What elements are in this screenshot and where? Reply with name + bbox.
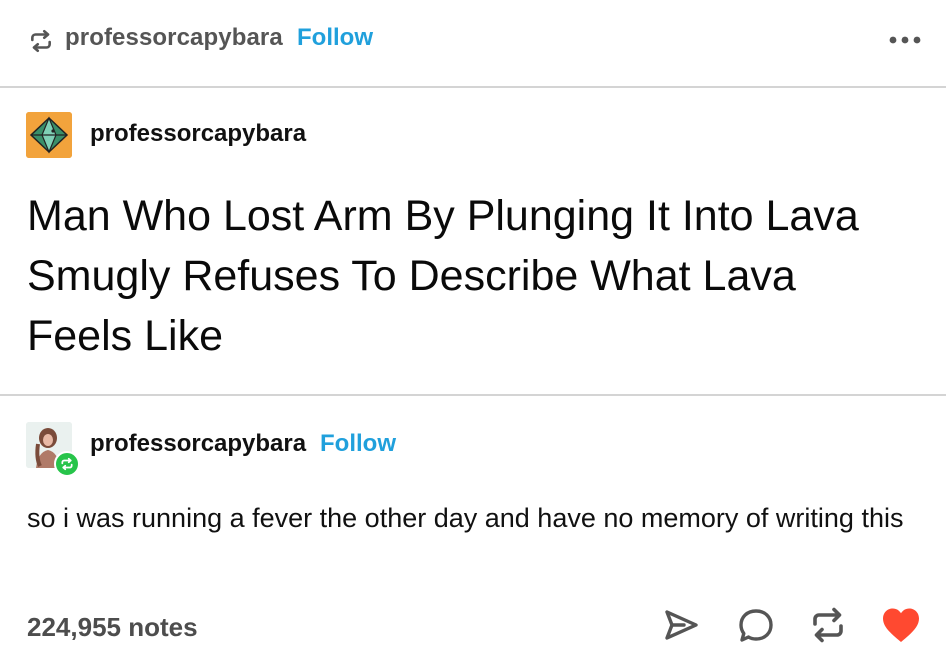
post-title: Man Who Lost Arm By Plunging It Into Lav… bbox=[27, 192, 859, 360]
heart-icon[interactable] bbox=[880, 604, 922, 646]
reblog-icon bbox=[31, 29, 51, 53]
reblogger-username[interactable]: professorcapybara bbox=[65, 24, 283, 52]
reblog-icon[interactable] bbox=[807, 604, 849, 646]
avatar[interactable] bbox=[26, 112, 72, 158]
follow-button[interactable]: Follow bbox=[320, 430, 396, 458]
reblog-author-username[interactable]: professorcapybara bbox=[90, 430, 306, 458]
reply-icon[interactable] bbox=[735, 604, 777, 646]
reblog-icon bbox=[61, 457, 73, 471]
reblog-comment: so i was running a fever the other day a… bbox=[27, 503, 904, 533]
more-horizontal-icon[interactable] bbox=[885, 30, 925, 50]
share-icon[interactable] bbox=[660, 604, 702, 646]
divider bbox=[0, 86, 946, 88]
divider bbox=[0, 394, 946, 396]
post-author-username[interactable]: professorcapybara bbox=[90, 120, 306, 148]
post-header: professorcapybara Follow bbox=[0, 0, 946, 86]
follow-button[interactable]: Follow bbox=[297, 24, 373, 52]
reblog-badge bbox=[54, 451, 80, 477]
geometric-logo-icon bbox=[26, 112, 72, 158]
notes-count[interactable]: 224,955 notes bbox=[27, 612, 198, 643]
